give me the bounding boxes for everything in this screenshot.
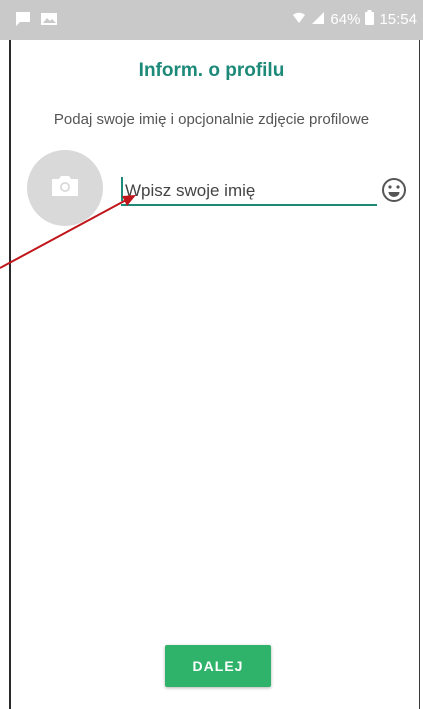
battery-icon xyxy=(365,10,375,29)
annotation-arrow xyxy=(0,195,136,269)
status-bar-notifications xyxy=(14,11,58,32)
name-input[interactable] xyxy=(121,178,375,204)
profile-photo-button[interactable] xyxy=(27,150,103,226)
right-frame-border xyxy=(419,0,420,709)
camera-icon xyxy=(50,174,80,203)
battery-percent: 64% xyxy=(330,11,361,28)
wifi-icon xyxy=(292,11,306,29)
clock: 15:54 xyxy=(379,11,417,28)
page-title: Inform. o profilu xyxy=(138,60,285,81)
image-notification-icon xyxy=(40,11,58,32)
left-frame-border xyxy=(9,0,11,709)
smiley-icon[interactable] xyxy=(381,177,407,203)
name-input-underline xyxy=(121,204,377,206)
status-bar-system: 64% 15:54 xyxy=(292,10,417,29)
status-bar: 64% 15:54 xyxy=(0,0,423,40)
chat-notification-icon xyxy=(14,11,32,32)
next-button[interactable]: DALEJ xyxy=(165,645,271,687)
profile-instructions: Podaj swoje imię i opcjonalnie zdjęcie p… xyxy=(53,111,370,128)
signal-icon xyxy=(311,11,325,29)
